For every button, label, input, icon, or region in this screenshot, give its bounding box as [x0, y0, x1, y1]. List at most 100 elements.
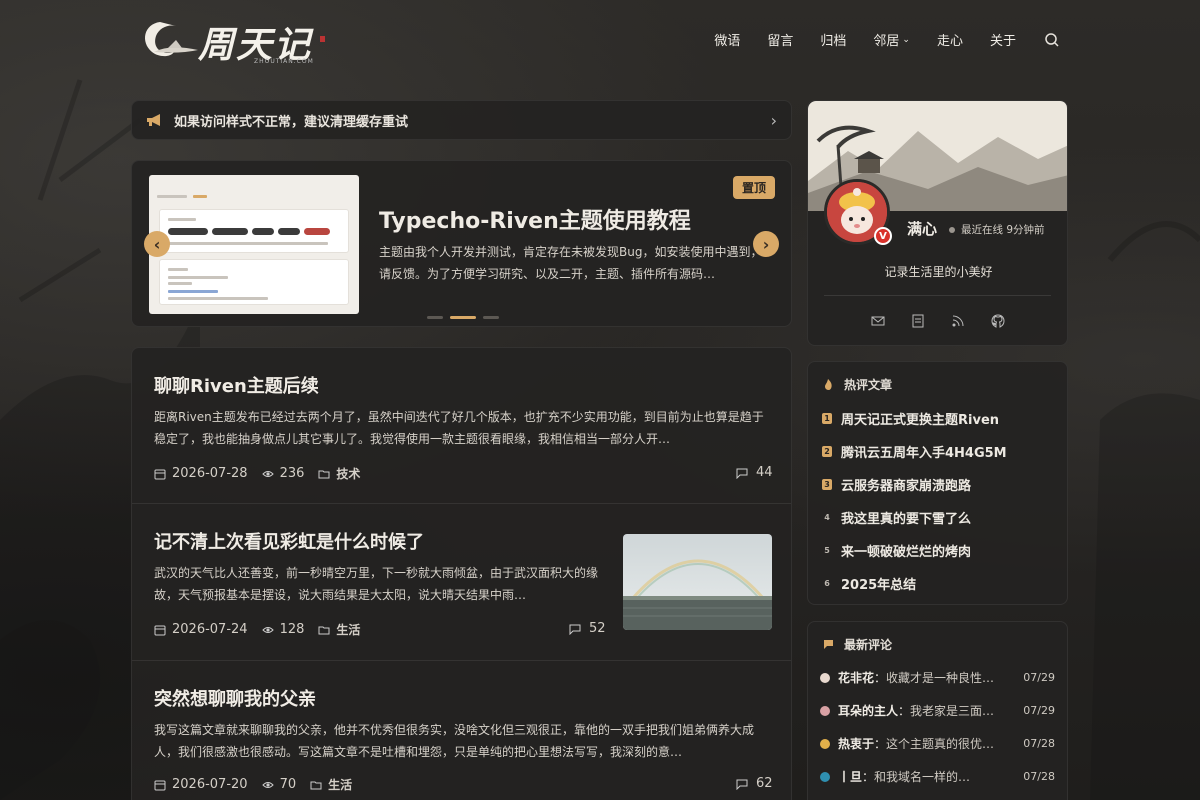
slide-title[interactable]: Typecho-Riven主题使用教程: [379, 203, 691, 235]
flame-icon: [825, 379, 832, 390]
chevron-right-icon[interactable]: ›: [771, 111, 777, 130]
comment-text: 和我域名一样的昵称。: [874, 770, 983, 784]
commenter-avatar: [820, 738, 830, 749]
profile-card: V 满心 最近在线 9分钟前 记录生活里的小美好: [807, 100, 1068, 346]
comment-count: 62: [756, 776, 773, 791]
post-item[interactable]: 记不清上次看见彩虹是什么时候了 武汉的天气比人还善变，前一秒晴空万里，下一秒就大…: [132, 504, 791, 661]
post-comments[interactable]: 44: [736, 465, 773, 480]
post-item[interactable]: 聊聊Riven主题后续 距离Riven主题发布已经过去两个月了，虽然中间迭代了好…: [132, 348, 791, 504]
post-title[interactable]: 记不清上次看见彩虹是什么时候了: [154, 528, 424, 554]
commenter-name: 花非花: [838, 671, 875, 685]
post-date: 2026-07-24: [172, 622, 248, 637]
hot-heading-text: 热评文章: [844, 378, 893, 392]
rank-badge: 2: [822, 446, 832, 457]
eye-icon: [261, 781, 274, 788]
post-comments[interactable]: 62: [736, 776, 773, 791]
nav-item-weiyu[interactable]: 微语: [714, 30, 740, 49]
nav-item-guanyu[interactable]: 关于: [990, 30, 1016, 49]
hot-article-title: 来一顿破破烂烂的烤肉: [841, 545, 972, 560]
post-category[interactable]: 生活: [336, 621, 360, 638]
slider-pagination: [427, 316, 506, 319]
comment-flag-icon: [824, 640, 833, 649]
comment-item[interactable]: 耳朵的主人：我老家是三面… 07/29: [820, 702, 1055, 719]
profile-links: [870, 313, 1030, 329]
logo-subtitle: ZHOUTIAN.COM: [254, 58, 314, 65]
comment-count: 52: [589, 621, 606, 636]
commenter-avatar: [820, 705, 830, 716]
commenter-name: 热衷于: [838, 737, 875, 751]
comment-item[interactable]: 花非花：收藏才是一种良性… 07/29: [820, 669, 1055, 686]
post-comments[interactable]: 52: [569, 621, 606, 636]
calendar-icon: [154, 469, 166, 479]
rss-icon[interactable]: [950, 313, 966, 329]
post-item[interactable]: 突然想聊聊我的父亲 我写这篇文章就来聊聊我的父亲，他并不优秀但很务实，没啥文化但…: [132, 661, 791, 800]
folder-icon: [310, 781, 322, 789]
document-icon[interactable]: [910, 313, 926, 329]
hot-articles-card: 热评文章 1 周天记正式更换主题Riven 2 腾讯云五周年入手4H4G5M 3 云服…: [807, 361, 1068, 605]
nav-label: 留言: [767, 34, 794, 49]
post-meta: 2026-07-20 70 生活: [154, 776, 366, 793]
chevron-left-icon: ‹: [153, 234, 161, 254]
comment-item[interactable]: 热衷于：这个主题真的很优… 07/28: [820, 735, 1055, 752]
commenter-name: 耳朵的主人: [838, 704, 899, 718]
search-icon[interactable]: [1044, 32, 1060, 48]
hot-article-item[interactable]: 1 周天记正式更换主题Riven: [822, 409, 999, 428]
hot-article-title: 2025年总结: [841, 578, 917, 593]
github-icon[interactable]: [990, 313, 1006, 329]
nav-item-zouxin[interactable]: 走心: [937, 30, 963, 49]
profile-bio: 记录生活里的小美好: [884, 265, 993, 279]
calendar-icon: [154, 625, 166, 635]
status-text: 最近在线 9分钟前: [961, 224, 1045, 236]
post-category[interactable]: 生活: [328, 776, 352, 793]
colon-sep: ：: [874, 671, 887, 685]
online-status: 最近在线 9分钟前: [949, 222, 1045, 237]
slide-thumbnail[interactable]: [149, 175, 359, 314]
comment-item[interactable]: 丨旦：和我域名一样的昵称。 07/28: [820, 768, 1055, 785]
megaphone-icon: [147, 114, 160, 126]
slider-dot[interactable]: [427, 316, 443, 319]
slider-dot[interactable]: [483, 316, 499, 319]
hot-article-title: 腾讯云五周年入手4H4G5M: [841, 446, 1007, 461]
slider-next-button[interactable]: ›: [753, 231, 779, 257]
post-thumbnail-rainbow[interactable]: [623, 534, 772, 630]
hot-article-title: 云服务器商家崩溃跑路: [841, 479, 972, 494]
post-category[interactable]: 技术: [336, 465, 360, 482]
post-list: 聊聊Riven主题后续 距离Riven主题发布已经过去两个月了，虽然中间迭代了好…: [131, 347, 792, 800]
divider: [824, 295, 1051, 296]
post-title[interactable]: 突然想聊聊我的父亲: [154, 685, 316, 711]
recent-heading-text: 最新评论: [844, 638, 893, 652]
nav-label: 微语: [714, 34, 741, 49]
folder-icon: [318, 626, 330, 634]
slider-prev-button[interactable]: ‹: [144, 231, 170, 257]
nav-item-guidang[interactable]: 归档: [820, 30, 846, 49]
slider-dot-active[interactable]: [450, 316, 476, 319]
hot-article-item[interactable]: 3 云服务器商家崩溃跑路: [822, 475, 971, 494]
comment-icon: [569, 624, 581, 635]
site-header: 周天记 ZHOUTIAN.COM 微语 留言 归档 邻居 ⌄ 走心 关于: [130, 0, 1070, 82]
recent-comments-card: 最新评论 花非花：收藏才是一种良性… 07/29 耳朵的主人 ： 我老家是三面… 07/…: [807, 621, 1068, 800]
rank-badge: 5: [824, 546, 830, 555]
hot-article-item[interactable]: 4 我这里真的要下雪了么: [822, 508, 971, 527]
logo-seal: [320, 36, 325, 42]
featured-slider: 置顶 Typecho-Riven主题使用教程 主题由我个人开发并测试，肯定存在未…: [131, 160, 792, 327]
hot-article-item[interactable]: 2 腾讯云五周年入手4H4G5M: [822, 442, 1007, 461]
nav-item-liuyan[interactable]: 留言: [767, 30, 793, 49]
post-excerpt: 武汉的天气比人还善变，前一秒晴空万里，下一秒就大雨倾盆，由于武汉面积大的缘故，天…: [154, 566, 599, 602]
rank-badge: 3: [822, 479, 832, 490]
comment-icon: [736, 779, 748, 790]
recent-heading: 最新评论: [822, 636, 892, 653]
site-logo[interactable]: 周天记 ZHOUTIAN.COM: [140, 16, 325, 66]
post-date: 2026-07-20: [172, 777, 248, 792]
post-views: 236: [279, 466, 305, 481]
notice-bar[interactable]: 如果访问样式不正常，建议清理缓存重试 ›: [131, 100, 792, 140]
nav-item-linju[interactable]: 邻居 ⌄: [873, 30, 910, 49]
folder-icon: [318, 470, 330, 478]
hot-article-item[interactable]: 6 2025年总结: [822, 574, 916, 593]
comment-date: 07/29: [1023, 704, 1055, 717]
post-meta: 2026-07-24 128 生活: [154, 621, 374, 638]
post-title[interactable]: 聊聊Riven主题后续: [154, 372, 319, 398]
comment-text: 我老家是三面…: [910, 704, 995, 718]
hot-article-item[interactable]: 5 来一顿破破烂烂的烤肉: [822, 541, 971, 560]
calendar-icon: [154, 780, 166, 790]
mail-icon[interactable]: [870, 313, 886, 329]
